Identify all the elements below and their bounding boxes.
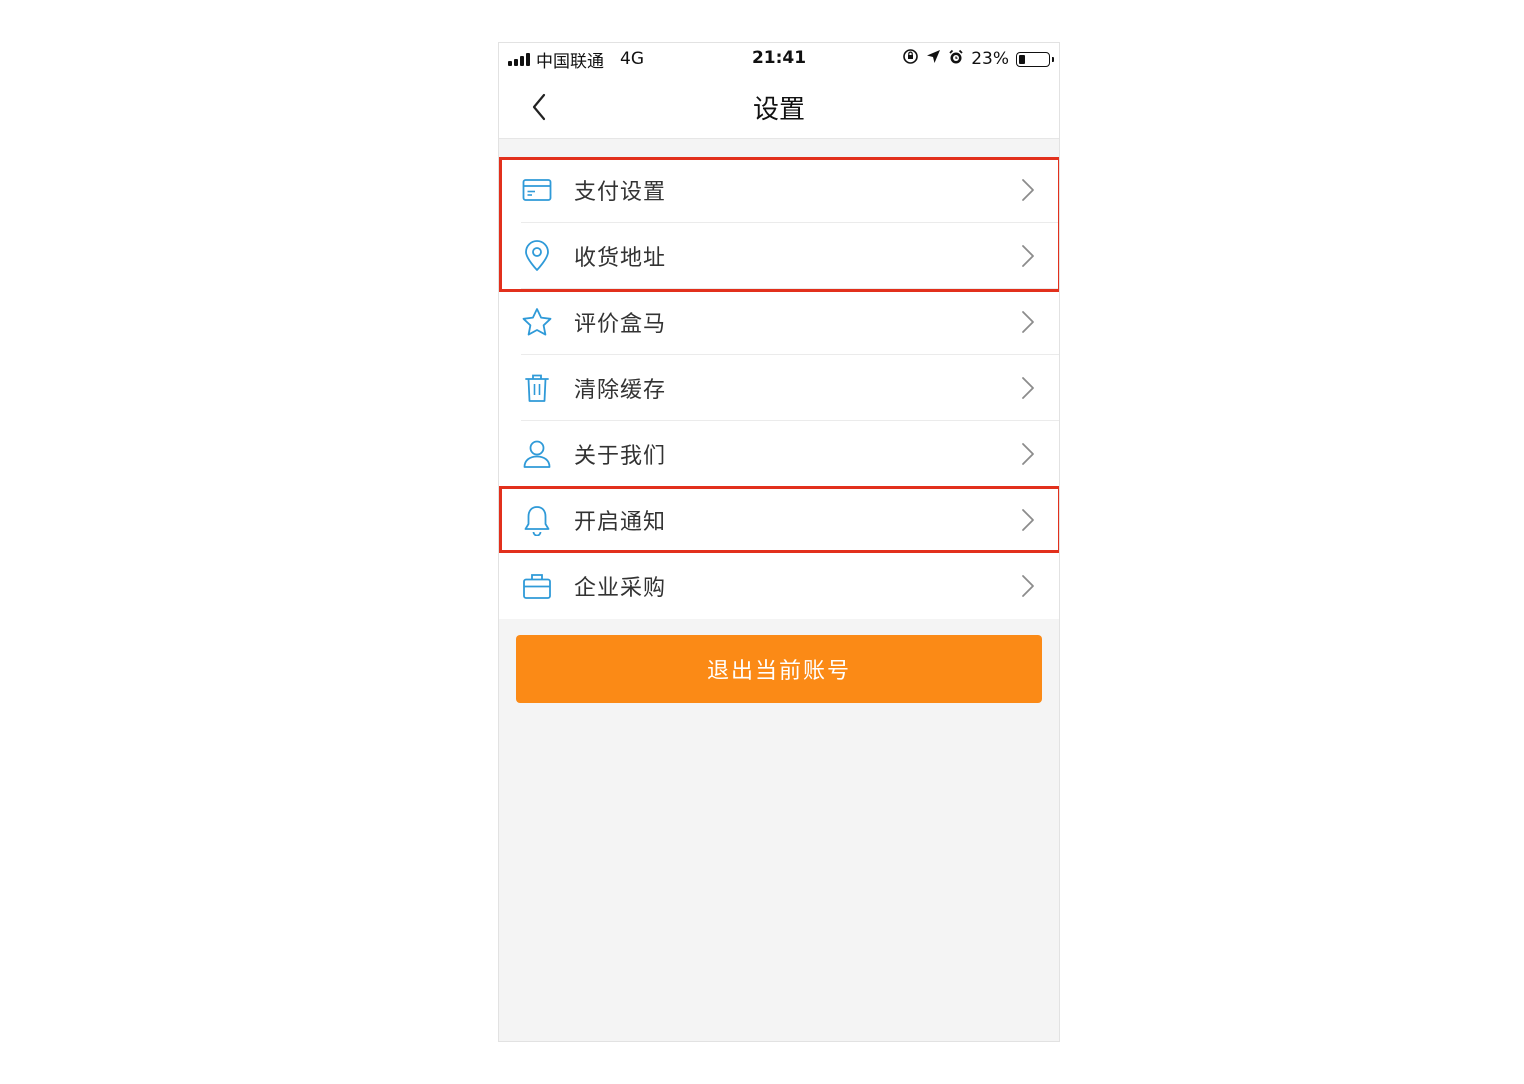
- chevron-right-icon: [1022, 509, 1034, 531]
- status-bar: 中国联通 4G 21:41 23%: [499, 43, 1059, 75]
- logout-button[interactable]: 退出当前账号: [516, 635, 1042, 703]
- settings-menu: 支付设置 收货地址 评价盒马 清除缓存 关于我们 开启通知 企业采购: [499, 157, 1059, 619]
- battery-icon: [1016, 51, 1054, 67]
- chevron-right-icon: [1022, 245, 1034, 267]
- phone-screen: 中国联通 4G 21:41 23% 设置 支付设置 收货地址 评价盒马 清除缓存…: [498, 42, 1060, 1042]
- menu-item-shipping-address[interactable]: 收货地址: [499, 223, 1059, 289]
- location-pin-icon: [521, 240, 553, 272]
- menu-item-label: 关于我们: [574, 444, 667, 469]
- trash-icon: [521, 372, 553, 404]
- briefcase-icon: [521, 570, 553, 602]
- page-title: 设置: [752, 95, 805, 125]
- navigation-bar: 设置: [499, 75, 1059, 139]
- orientation-lock-icon: [902, 48, 919, 70]
- menu-item-clear-cache[interactable]: 清除缓存: [499, 355, 1059, 421]
- alarm-icon: [948, 49, 964, 70]
- bell-icon: [521, 504, 553, 536]
- menu-item-about-us[interactable]: 关于我们: [499, 421, 1059, 487]
- menu-item-label: 企业采购: [574, 576, 667, 601]
- menu-item-rate-app[interactable]: 评价盒马: [499, 289, 1059, 355]
- user-icon: [521, 438, 553, 470]
- menu-item-label: 开启通知: [574, 510, 667, 535]
- star-icon: [521, 306, 553, 338]
- menu-item-label: 清除缓存: [574, 378, 667, 403]
- menu-item-label: 评价盒马: [574, 312, 667, 337]
- menu-item-label: 支付设置: [574, 180, 667, 205]
- card-icon: [521, 174, 553, 206]
- chevron-right-icon: [1022, 377, 1034, 399]
- menu-item-payment-settings[interactable]: 支付设置: [499, 157, 1059, 223]
- chevron-right-icon: [1022, 575, 1034, 597]
- battery-fill: [1019, 54, 1025, 64]
- battery-percent: 23%: [971, 49, 1009, 69]
- location-icon: [926, 49, 941, 69]
- status-right: 23%: [902, 48, 1054, 70]
- chevron-right-icon: [1022, 179, 1034, 201]
- chevron-right-icon: [1022, 443, 1034, 465]
- chevron-right-icon: [1022, 311, 1034, 333]
- menu-item-label: 收货地址: [574, 246, 667, 271]
- menu-item-enterprise-purchase[interactable]: 企业采购: [499, 553, 1059, 619]
- menu-item-enable-notifications[interactable]: 开启通知: [499, 487, 1059, 553]
